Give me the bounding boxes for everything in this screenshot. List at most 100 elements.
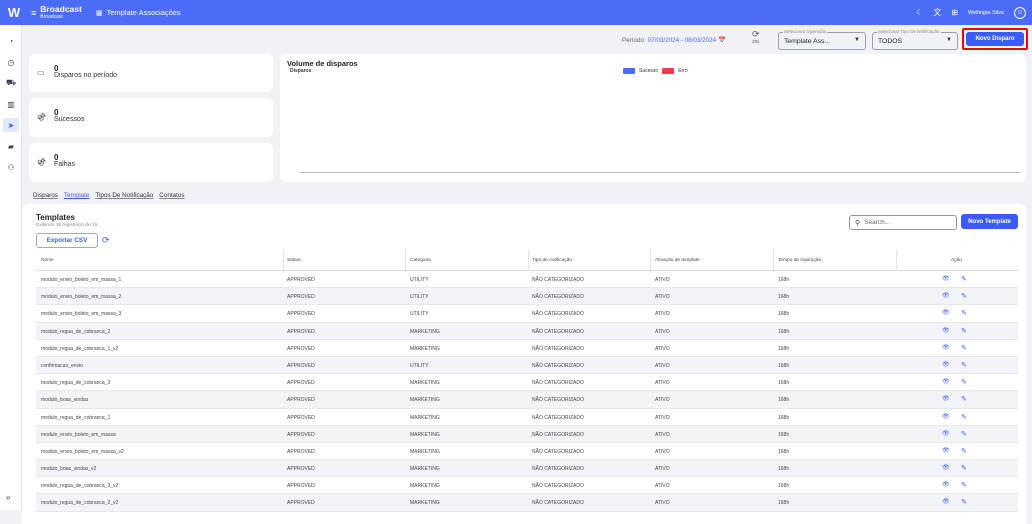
cell-nome: modulo_envio_boleto_em_massa_3 (41, 311, 122, 318)
view-icon[interactable]: 👁 (942, 378, 950, 385)
sidebar-item-people[interactable]: ⚇ (3, 160, 19, 174)
period-label: Período: (622, 37, 648, 44)
cell-status: APPROVED (287, 414, 315, 421)
cell-tipo-notificacao: NÃO CATEGORIZADO (532, 397, 584, 404)
user-name[interactable]: Wellingta Silva (968, 10, 1004, 16)
view-icon[interactable]: 👁 (942, 344, 950, 351)
cell-tempo-expiracao: 168h (778, 328, 790, 335)
legend-swatch-erro[interactable] (662, 68, 675, 74)
edit-icon[interactable]: ✎ (961, 395, 967, 403)
edit-icon[interactable]: ✎ (961, 344, 967, 352)
column-header-tipo-notificacao[interactable]: Tipo de notificação (532, 258, 572, 263)
cell-tempo-expiracao: 168h (778, 466, 790, 473)
auto-refresh-button[interactable]: ⟳ 20s (752, 30, 760, 45)
table-row: modulo_envio_boleto_em_massa_2 APPROVED UT… (36, 288, 1018, 306)
notification-type-select[interactable]: Selecionar Tipo De Notificação TODOS ▼ (872, 29, 958, 50)
tab-template[interactable]: Template (64, 192, 90, 199)
cart-icon: ⛟ (5, 78, 17, 87)
apps-grid-icon[interactable]: ⊞ (951, 8, 958, 17)
chart-title: Volume de disparos (287, 59, 358, 68)
view-icon[interactable]: 👁 (942, 395, 950, 402)
edit-icon[interactable]: ✎ (961, 413, 967, 421)
cell-categoria: MARKETING (410, 466, 440, 473)
cell-tipo-notificacao: NÃO CATEGORIZADO (532, 448, 584, 455)
notification-type-value: TODOS (878, 38, 903, 45)
search-input[interactable]: ⚲ Search... (849, 215, 957, 230)
edit-icon[interactable]: ✎ (961, 292, 967, 300)
cell-nome: modulo_regua_de_cobranca_3 (41, 380, 111, 387)
edit-icon[interactable]: ✎ (961, 447, 967, 455)
edit-icon[interactable]: ✎ (961, 378, 967, 386)
edit-icon[interactable]: ✎ (961, 464, 967, 472)
menu-icon[interactable]: ≡ (31, 8, 36, 18)
view-icon[interactable]: 👁 (942, 447, 950, 454)
view-icon[interactable]: 👁 (942, 430, 950, 437)
view-icon[interactable]: 👁 (942, 275, 950, 282)
dark-mode-icon[interactable]: ☾ (916, 8, 923, 17)
top-right-actions: ☾ 文 ⊞ Wellingta Silva ☺ (916, 0, 1026, 25)
view-icon[interactable]: 👁 (942, 413, 950, 420)
operation-select[interactable]: Selecionar Operação Template Ass... ▼ (778, 29, 866, 50)
edit-icon[interactable]: ✎ (961, 361, 967, 369)
app-logo[interactable]: W (3, 0, 25, 25)
sidebar-item-dashboard[interactable]: ◔ (3, 34, 19, 48)
cell-categoria: MARKETING (410, 345, 440, 352)
cell-tempo-expiracao: 168h (778, 362, 790, 369)
view-icon[interactable]: 👁 (942, 481, 950, 488)
user-avatar-icon[interactable]: ☺ (1014, 6, 1026, 19)
cell-nome: modulo_regua_de_cobranca_2_v2 (41, 500, 119, 507)
view-icon[interactable]: 👁 (942, 361, 950, 368)
sidebar-item-cart[interactable]: ⛟ (3, 76, 19, 90)
edit-icon[interactable]: ✎ (961, 327, 967, 335)
cell-ativacao: ATIVO (655, 380, 670, 387)
reload-icon[interactable]: ⟳ (102, 235, 110, 246)
column-header-tempo-expiracao[interactable]: Tempo de expiração (778, 258, 821, 263)
column-header-categoria[interactable]: Categoria (410, 258, 431, 263)
table-row: modulo_regua_de_cobranca_1 APPROVED MARKET… (36, 409, 1018, 426)
calendar-icon[interactable]: 📅 (718, 37, 726, 44)
legend-swatch-sucesso[interactable] (623, 68, 635, 74)
cell-categoria: UTILITY (410, 311, 429, 318)
cell-tempo-expiracao: 168h (778, 294, 790, 301)
cell-tipo-notificacao: NÃO CATEGORIZADO (532, 431, 584, 438)
tab-tipos-notificacao[interactable]: Tipos De Notificação (95, 192, 153, 199)
translate-icon[interactable]: 文 (933, 7, 941, 18)
view-icon[interactable]: 👁 (942, 327, 950, 334)
cell-categoria: UTILITY (410, 277, 429, 283)
sidebar: ◔ ◷ ⛟ ▥ ➤ ▰ ⚇ » (0, 25, 22, 510)
column-header-status[interactable]: Status (287, 258, 301, 263)
page-title-link[interactable]: ▦ Template Associações (96, 8, 181, 17)
table-row: modulo_boas_vindas_v2 APPROVED MARKETING NÃ… (36, 460, 1018, 478)
period-filter[interactable]: Período: 07/03/2024 - 08/03/2024 📅 (622, 36, 726, 44)
edit-icon[interactable]: ✎ (961, 275, 967, 283)
table-row: modulo_envio_boleto_em_massa_3 APPROVED UT… (36, 305, 1018, 323)
cell-nome: confirmacao_envio (41, 362, 83, 369)
edit-icon[interactable]: ✎ (961, 498, 967, 506)
view-icon[interactable]: 👁 (942, 309, 950, 316)
edit-icon[interactable]: ✎ (961, 430, 967, 438)
export-csv-button[interactable]: Exportar CSV (36, 233, 98, 248)
tab-disparos[interactable]: Disparos (33, 192, 58, 199)
sidebar-expand-icon[interactable]: » (6, 493, 10, 502)
sidebar-item-broadcast[interactable]: ➤ (3, 118, 19, 132)
edit-icon[interactable]: ✎ (961, 481, 967, 489)
cell-status: APPROVED (287, 466, 315, 473)
sidebar-item-speed[interactable]: ◷ (3, 55, 19, 69)
sidebar-item-chat[interactable]: ▰ (3, 139, 19, 153)
novo-disparo-button[interactable]: Novo Disparo (966, 32, 1024, 46)
column-header-ativacao[interactable]: Ativação de template (655, 258, 700, 263)
cell-tempo-expiracao: 168h (778, 500, 790, 507)
column-header-nome[interactable]: Nome (41, 258, 54, 263)
cell-nome: modulo_envio_boleto_em_massa_1 (41, 277, 122, 283)
sidebar-item-store[interactable]: ▥ (3, 97, 19, 111)
chart-subtitle: Disparos (290, 68, 312, 74)
cell-nome: modulo_boas_vindas_v2 (41, 466, 97, 473)
view-icon[interactable]: 👁 (942, 292, 950, 299)
cell-categoria: MARKETING (410, 448, 440, 455)
edit-icon[interactable]: ✎ (961, 309, 967, 317)
view-icon[interactable]: 👁 (942, 464, 950, 471)
view-icon[interactable]: 👁 (942, 498, 950, 505)
novo-template-button[interactable]: Novo Template (961, 214, 1018, 229)
tab-contatos[interactable]: Contatos (159, 192, 184, 199)
refresh-interval: 20s (752, 39, 760, 44)
